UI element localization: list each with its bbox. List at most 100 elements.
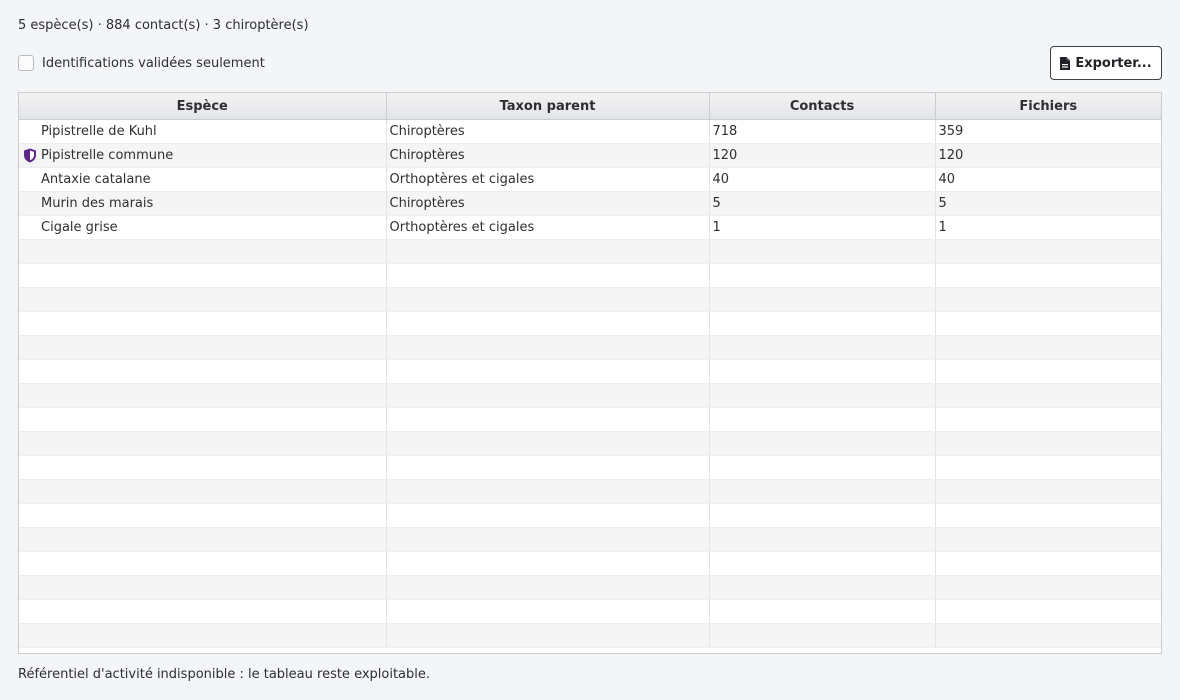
empty-table-row <box>19 383 1161 408</box>
species-table[interactable]: Espèce Taxon parent Contacts Fichiers Pi… <box>18 92 1162 654</box>
species-name: Pipistrelle de Kuhl <box>41 124 157 139</box>
contacts-cell <box>709 335 936 360</box>
validated-filter[interactable]: Identifications validées seulement <box>18 53 265 73</box>
contacts-cell <box>709 383 936 408</box>
table-row[interactable]: Murin des marais Chiroptères 5 5 <box>19 191 1161 216</box>
contacts-cell <box>709 551 936 576</box>
parent-taxon-cell: Chiroptères <box>386 119 710 144</box>
empty-table-row <box>19 599 1161 624</box>
parent-taxon-cell <box>386 383 710 408</box>
species-cell <box>19 551 387 576</box>
species-name: Antaxie catalane <box>41 172 151 187</box>
species-cell <box>19 263 387 288</box>
files-cell: 1 <box>935 215 1161 240</box>
species-name: Cigale grise <box>41 220 118 235</box>
species-cell <box>19 383 387 408</box>
column-header-contacts[interactable]: Contacts <box>709 93 936 120</box>
files-cell <box>935 431 1161 456</box>
parent-taxon-cell: Chiroptères <box>386 143 710 168</box>
parent-taxon-cell: Orthoptères et cigales <box>386 215 710 240</box>
species-cell <box>19 407 387 432</box>
files-cell <box>935 335 1161 360</box>
table-row[interactable]: Antaxie catalane Orthoptères et cigales 40… <box>19 167 1161 192</box>
summary-text: 5 espèce(s) · 884 contact(s) · 3 chiropt… <box>18 18 309 33</box>
row-icon-slot <box>19 124 41 140</box>
species-cell: Pipistrelle de Kuhl <box>19 119 387 144</box>
files-cell <box>935 383 1161 408</box>
parent-taxon-cell <box>386 359 710 384</box>
contacts-cell <box>709 575 936 600</box>
species-name: Murin des marais <box>41 196 154 211</box>
empty-table-row <box>19 479 1161 504</box>
species-cell <box>19 623 387 648</box>
files-cell <box>935 479 1161 504</box>
table-row[interactable]: Pipistrelle de Kuhl Chiroptères 718 359 <box>19 119 1161 144</box>
contacts-cell: 40 <box>709 167 936 192</box>
contacts-cell: 718 <box>709 119 936 144</box>
contacts-cell <box>709 479 936 504</box>
species-cell <box>19 575 387 600</box>
table-body: Pipistrelle de Kuhl Chiroptères 718 359 Pipi… <box>19 119 1161 648</box>
empty-table-row <box>19 551 1161 576</box>
species-cell: Antaxie catalane <box>19 167 387 192</box>
parent-taxon-cell <box>386 623 710 648</box>
validated-only-label: Identifications validées seulement <box>42 55 265 71</box>
parent-taxon-cell <box>386 527 710 552</box>
contacts-cell <box>709 263 936 288</box>
row-icon-slot <box>19 172 41 188</box>
species-cell <box>19 503 387 528</box>
files-cell <box>935 263 1161 288</box>
status-message: Référentiel d'activité indisponible : le… <box>18 667 431 682</box>
table-header-row: Espèce Taxon parent Contacts Fichiers <box>19 93 1161 120</box>
export-button[interactable]: Exporter... <box>1050 46 1162 80</box>
files-cell <box>935 503 1161 528</box>
empty-table-row <box>19 335 1161 360</box>
contacts-cell <box>709 239 936 264</box>
species-cell <box>19 455 387 480</box>
column-header-parent-taxon[interactable]: Taxon parent <box>386 93 710 120</box>
files-cell: 40 <box>935 167 1161 192</box>
contacts-cell: 120 <box>709 143 936 168</box>
validated-only-checkbox[interactable] <box>18 55 34 71</box>
files-cell: 5 <box>935 191 1161 216</box>
files-cell <box>935 239 1161 264</box>
species-cell <box>19 287 387 312</box>
files-cell <box>935 407 1161 432</box>
empty-table-row <box>19 287 1161 312</box>
parent-taxon-cell <box>386 407 710 432</box>
empty-table-row <box>19 311 1161 336</box>
table-row[interactable]: Pipistrelle commune Chiroptères 120 120 <box>19 143 1161 168</box>
row-icon-slot <box>19 148 41 164</box>
species-cell: Pipistrelle commune <box>19 143 387 168</box>
column-header-species[interactable]: Espèce <box>19 93 387 120</box>
parent-taxon-cell <box>386 455 710 480</box>
files-cell <box>935 623 1161 648</box>
parent-taxon-cell: Orthoptères et cigales <box>386 167 710 192</box>
empty-table-row <box>19 431 1161 456</box>
empty-table-row <box>19 263 1161 288</box>
files-cell <box>935 287 1161 312</box>
contacts-cell <box>709 359 936 384</box>
column-header-files[interactable]: Fichiers <box>935 93 1161 120</box>
contacts-cell <box>709 503 936 528</box>
files-cell: 359 <box>935 119 1161 144</box>
files-cell <box>935 551 1161 576</box>
shield-icon <box>24 148 36 163</box>
contacts-cell: 5 <box>709 191 936 216</box>
files-cell <box>935 575 1161 600</box>
species-cell <box>19 335 387 360</box>
parent-taxon-cell <box>386 335 710 360</box>
files-cell <box>935 455 1161 480</box>
species-name: Pipistrelle commune <box>41 148 174 163</box>
species-cell <box>19 599 387 624</box>
contacts-cell <box>709 599 936 624</box>
contacts-cell <box>709 407 936 432</box>
empty-table-row <box>19 455 1161 480</box>
empty-table-row <box>19 503 1161 528</box>
contacts-cell <box>709 623 936 648</box>
parent-taxon-cell <box>386 311 710 336</box>
table-row[interactable]: Cigale grise Orthoptères et cigales 1 1 <box>19 215 1161 240</box>
empty-table-row <box>19 239 1161 264</box>
empty-table-row <box>19 575 1161 600</box>
parent-taxon-cell <box>386 575 710 600</box>
